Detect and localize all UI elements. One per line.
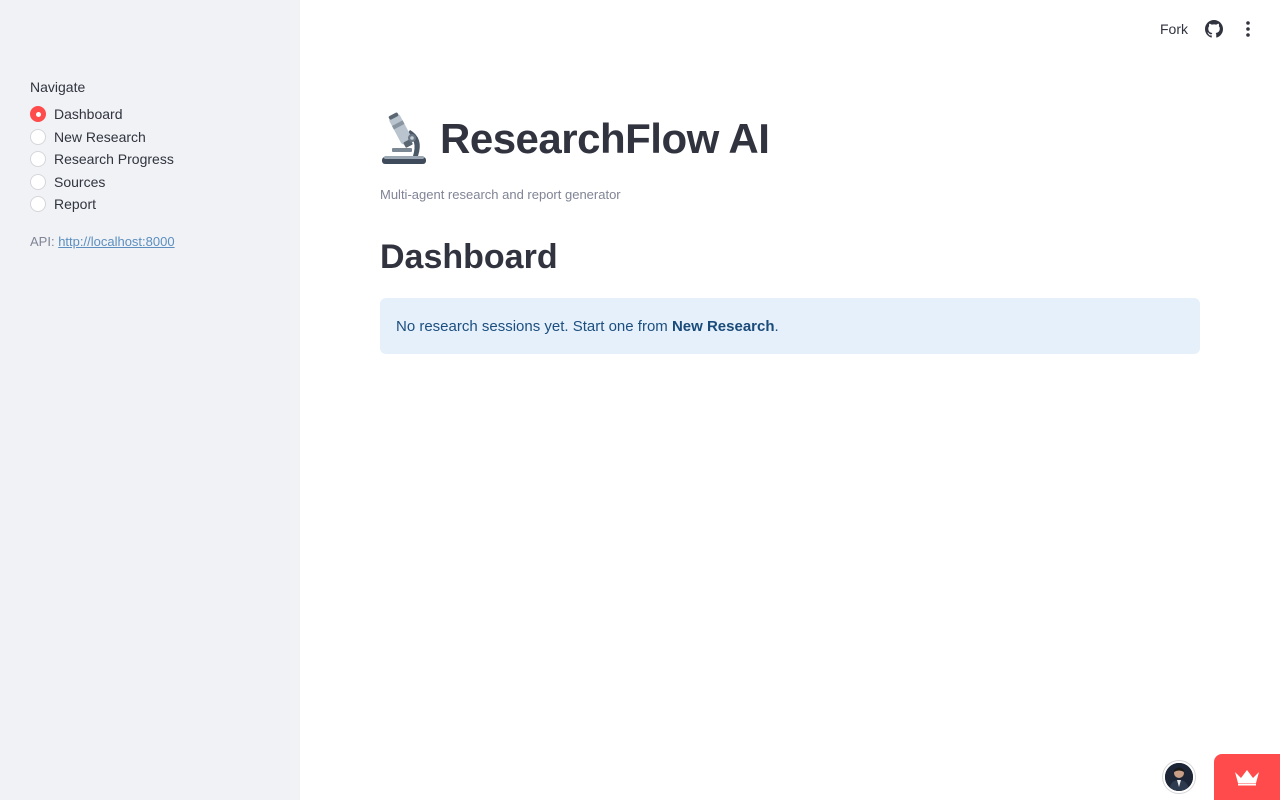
github-icon[interactable] (1205, 20, 1223, 38)
nav-item-dashboard[interactable]: Dashboard (30, 103, 174, 126)
nav-item-label: Sources (54, 173, 106, 190)
microscope-icon (382, 112, 426, 164)
user-avatar[interactable] (1163, 761, 1195, 793)
fork-button[interactable]: Fork (1160, 21, 1188, 37)
info-text-after: . (774, 317, 779, 335)
nav-title: Navigate (30, 79, 86, 95)
info-text-before: No research sessions yet. Start one from (396, 317, 672, 335)
radio-checked-icon[interactable] (30, 106, 46, 123)
info-text: No research sessions yet. Start one from… (396, 318, 779, 335)
more-vertical-icon[interactable] (1238, 19, 1258, 39)
app-title: ResearchFlow AI (440, 115, 770, 162)
nav-item-report[interactable]: Report (30, 193, 174, 216)
page-title: ResearchFlow AI (380, 112, 770, 166)
streamlit-badge[interactable] (1214, 754, 1280, 800)
api-label: API: (30, 234, 55, 249)
api-info: API: http://localhost:8000 (30, 234, 175, 249)
radio-unchecked-icon[interactable] (30, 151, 46, 168)
info-link-text: New Research (671, 317, 775, 335)
api-link[interactable]: http://localhost:8000 (58, 234, 174, 249)
nav-item-label: Dashboard (54, 106, 123, 123)
nav-item-label: Report (54, 196, 97, 213)
nav-item-label: New Research (54, 128, 146, 145)
info-alert: No research sessions yet. Start one from… (380, 298, 1200, 354)
page-subtitle: Multi-agent research and report generato… (380, 187, 621, 202)
nav-item-new-research[interactable]: New Research (30, 126, 174, 149)
nav-item-label: Research Progress (54, 151, 174, 168)
radio-unchecked-icon[interactable] (30, 128, 46, 145)
nav-radio-group: Dashboard New Research Research Progress… (30, 103, 174, 216)
radio-unchecked-icon[interactable] (30, 173, 46, 190)
sidebar: Navigate Dashboard New Research Research… (0, 0, 300, 800)
radio-unchecked-icon[interactable] (30, 196, 46, 213)
crown-icon (1235, 770, 1259, 786)
nav-item-sources[interactable]: Sources (30, 171, 174, 194)
avatar-person-icon (1165, 763, 1193, 791)
nav-item-research-progress[interactable]: Research Progress (30, 148, 174, 171)
section-title: Dashboard (380, 238, 558, 276)
